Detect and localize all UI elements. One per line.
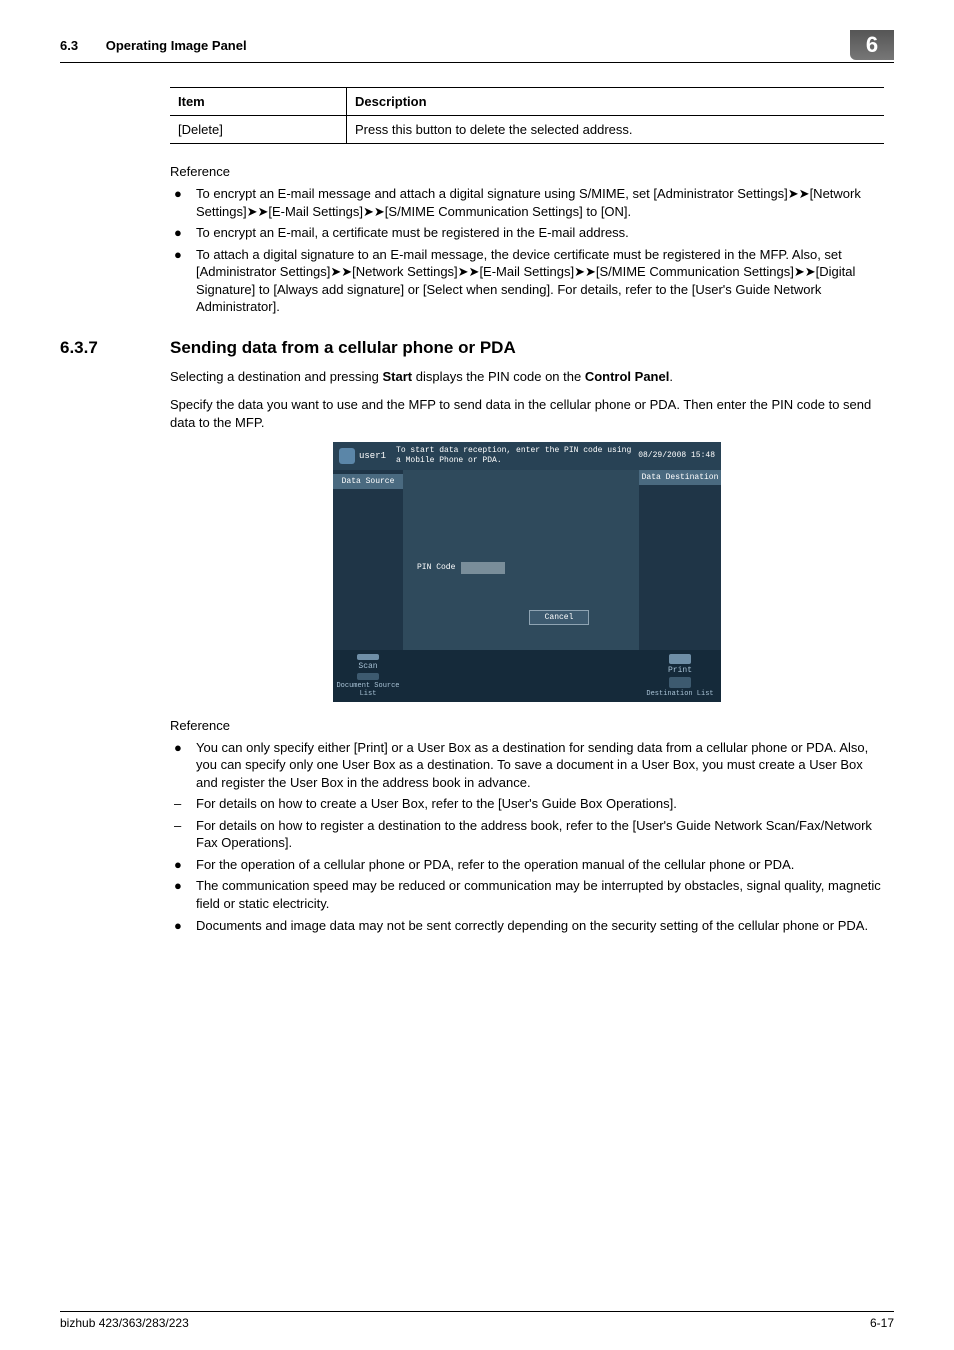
pin-code-field[interactable] bbox=[461, 562, 505, 574]
data-destination-tab[interactable]: Data Destination bbox=[639, 470, 721, 485]
list-item: ●To attach a digital signature to an E-m… bbox=[196, 246, 884, 316]
list-item: ●Documents and image data may not be sen… bbox=[196, 917, 884, 935]
page-header: 6.3 Operating Image Panel 6 bbox=[60, 30, 894, 63]
list-icon bbox=[669, 677, 691, 688]
list-item: –For details on how to create a User Box… bbox=[196, 795, 884, 813]
table-header-item: Item bbox=[170, 88, 347, 116]
cancel-button[interactable]: Cancel bbox=[529, 610, 589, 625]
list-item: ●To encrypt an E-mail message and attach… bbox=[196, 185, 884, 220]
document-source-list-button[interactable]: Document Source List bbox=[333, 682, 403, 698]
reference-label: Reference bbox=[170, 164, 884, 179]
section-number: 6.3 bbox=[60, 38, 78, 53]
table-row: [Delete] Press this button to delete the… bbox=[170, 116, 884, 144]
paragraph-2: Specify the data you want to use and the… bbox=[170, 396, 884, 432]
mfp-panel-screenshot: user1 To start data reception, enter the… bbox=[333, 442, 721, 701]
list-item: ●To encrypt an E-mail, a certificate mus… bbox=[196, 224, 884, 242]
list-item: ●You can only specify either [Print] or … bbox=[196, 739, 884, 792]
chapter-badge: 6 bbox=[850, 30, 894, 60]
page-footer: bizhub 423/363/283/223 6-17 bbox=[60, 1311, 894, 1330]
header-left: 6.3 Operating Image Panel bbox=[60, 38, 247, 53]
subsection-number: 6.3.7 bbox=[60, 338, 170, 358]
list-item: ●The communication speed may be reduced … bbox=[196, 877, 884, 912]
footer-page-number: 6-17 bbox=[870, 1316, 894, 1330]
scan-button[interactable]: Scan bbox=[358, 662, 377, 671]
paragraph-1: Selecting a destination and pressing Sta… bbox=[170, 368, 884, 386]
reference-label: Reference bbox=[170, 718, 884, 733]
reference-list-2: ●You can only specify either [Print] or … bbox=[170, 739, 884, 934]
destination-list-button[interactable]: Destination List bbox=[646, 690, 713, 698]
panel-datetime: 08/29/2008 15:48 bbox=[638, 451, 715, 460]
reference-list-1: ●To encrypt an E-mail message and attach… bbox=[170, 185, 884, 316]
scan-icon bbox=[357, 654, 379, 661]
subsection-title: Sending data from a cellular phone or PD… bbox=[170, 338, 516, 358]
item-description-table: Item Description [Delete] Press this but… bbox=[170, 87, 884, 144]
data-source-tab[interactable]: Data Source bbox=[333, 474, 403, 489]
print-icon bbox=[669, 654, 691, 665]
table-cell-item: [Delete] bbox=[170, 116, 347, 144]
pin-code-label: PIN Code bbox=[417, 563, 455, 572]
table-header-description: Description bbox=[347, 88, 885, 116]
list-item: ●For the operation of a cellular phone o… bbox=[196, 856, 884, 874]
panel-message: To start data reception, enter the PIN c… bbox=[396, 446, 638, 465]
panel-username: user1 bbox=[359, 451, 386, 461]
print-button[interactable]: Print bbox=[668, 666, 692, 675]
footer-model: bizhub 423/363/283/223 bbox=[60, 1316, 189, 1330]
table-cell-description: Press this button to delete the selected… bbox=[347, 116, 885, 144]
list-item: –For details on how to register a destin… bbox=[196, 817, 884, 852]
section-title: Operating Image Panel bbox=[106, 38, 247, 53]
subsection-heading: 6.3.7 Sending data from a cellular phone… bbox=[60, 338, 884, 358]
list-icon bbox=[357, 673, 379, 680]
avatar-icon bbox=[339, 448, 355, 464]
